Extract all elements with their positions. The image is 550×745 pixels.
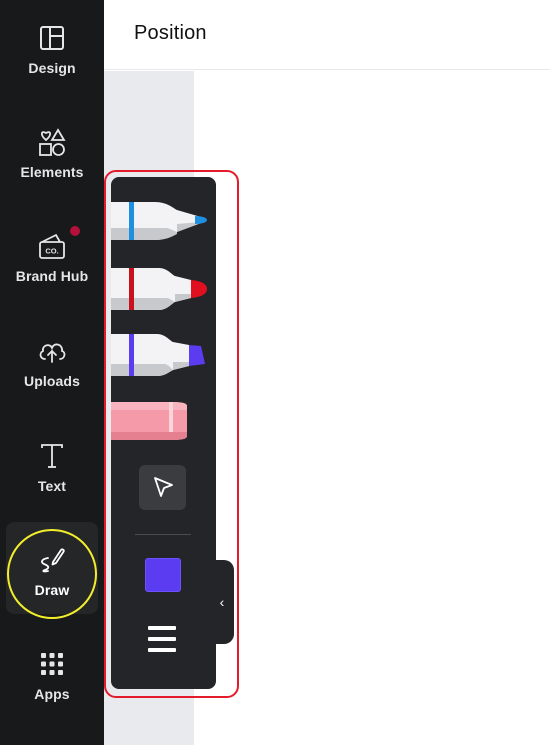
sidebar-item-uploads[interactable]: Uploads <box>6 313 98 405</box>
menu-line <box>148 637 176 641</box>
sidebar-item-label: Brand Hub <box>15 268 89 284</box>
marker-band <box>129 268 134 310</box>
cloud-upload-icon <box>39 343 66 363</box>
sidebar-item-label: Elements <box>20 164 84 180</box>
brand-kit-icon-text: CO. <box>45 247 58 256</box>
menu-line <box>148 626 176 630</box>
position-button[interactable]: Position <box>134 22 207 45</box>
notification-dot <box>70 226 80 236</box>
selected-color-swatch[interactable] <box>145 558 181 592</box>
highlighter-band <box>129 334 134 376</box>
sidebar-item-label: Text <box>37 478 67 494</box>
sidebar-item-text[interactable]: Text <box>6 418 98 510</box>
sidebar-item-design[interactable]: Design <box>6 0 98 92</box>
sidebar-item-label: Design <box>28 60 76 76</box>
editor-topbar: Position <box>104 0 550 70</box>
sidebar-item-label: Apps <box>34 686 70 702</box>
stroke-weight-icon[interactable] <box>148 626 176 652</box>
sidebar-item-label: Uploads <box>24 373 80 389</box>
brand-kit-icon: CO. <box>39 233 65 259</box>
toolbar-divider <box>135 534 191 535</box>
apps-grid-icon <box>41 653 63 675</box>
left-sidebar: Design Elements CO. Brand Hub Uploads Te… <box>0 0 104 745</box>
draw-icon <box>41 548 65 573</box>
cursor-arrow-icon <box>153 476 173 497</box>
layout-icon <box>40 26 64 50</box>
menu-line <box>148 648 176 652</box>
eraser-icon <box>111 402 187 440</box>
text-icon <box>41 444 63 468</box>
eraser-tool[interactable] <box>111 400 191 442</box>
sidebar-item-elements[interactable]: Elements <box>6 104 98 196</box>
sidebar-item-draw[interactable]: Draw <box>6 522 98 614</box>
marker-tool[interactable] <box>111 266 209 312</box>
shapes-icon <box>39 128 66 156</box>
chevron-left-icon: ‹ <box>219 594 225 610</box>
pen-band <box>129 202 134 240</box>
design-canvas[interactable] <box>194 71 550 745</box>
pen-tool[interactable] <box>111 198 209 244</box>
sidebar-item-brand-hub[interactable]: CO. Brand Hub <box>6 208 98 300</box>
marker-icon <box>111 268 207 310</box>
pen-icon <box>111 202 207 240</box>
select-tool-button[interactable] <box>139 465 186 510</box>
highlighter-tool[interactable] <box>111 332 209 378</box>
sidebar-item-apps[interactable]: Apps <box>6 626 98 718</box>
sidebar-item-label: Draw <box>34 582 70 598</box>
highlighter-icon <box>111 334 205 376</box>
